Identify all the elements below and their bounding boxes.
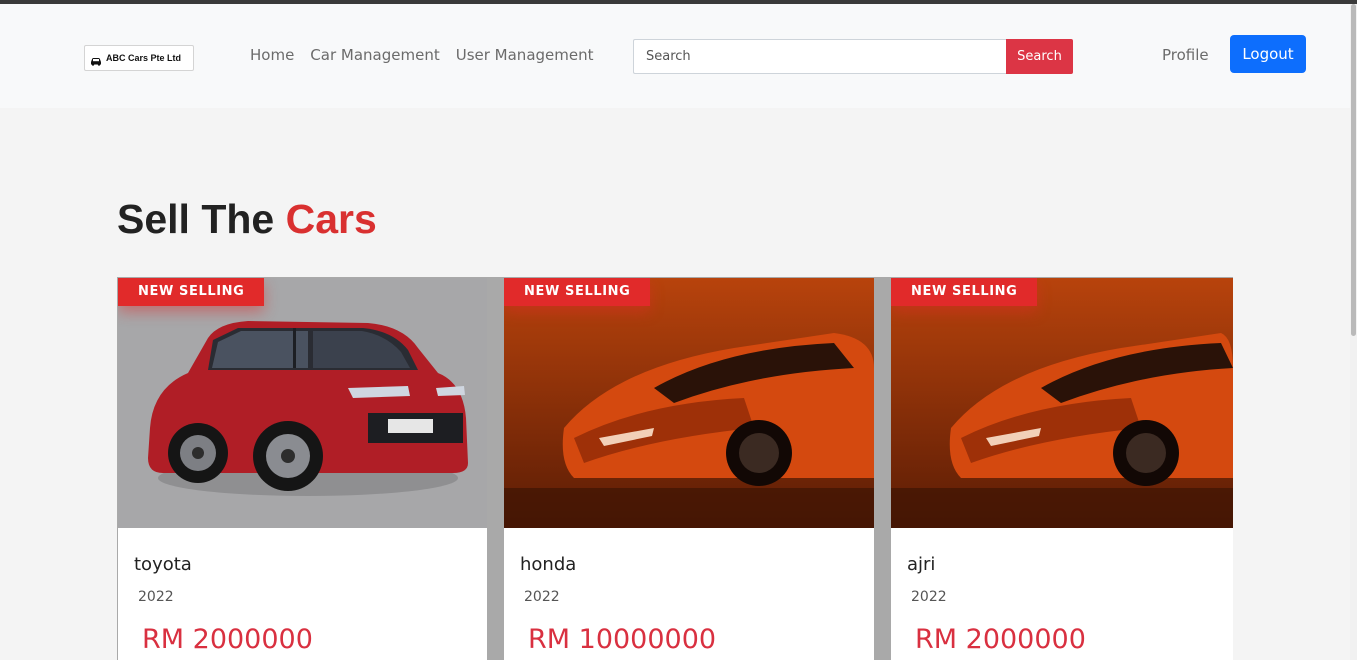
brand-logo[interactable]: ABC Cars Pte Ltd [84,45,194,71]
profile-link[interactable]: Profile [1162,46,1209,64]
search-button[interactable]: Search [1006,39,1073,74]
car-price: RM 2000000 [142,624,313,655]
car-card[interactable]: NEW SELLING honda 2022 RM 10000000 [504,278,874,660]
car-card[interactable]: NEW SELLING toyota 2022 RM 2000000 [118,278,487,660]
scrollbar-thumb[interactable] [1351,4,1356,336]
car-icon [90,52,102,66]
car-price: RM 2000000 [915,624,1086,655]
brand-name: ABC Cars Pte Ltd [106,53,182,63]
title-accent: Cars [285,196,377,242]
car-price: RM 10000000 [528,624,717,655]
page-title: Sell The Cars [117,196,377,243]
car-card[interactable]: NEW SELLING ajri 2022 RM 2000000 [891,278,1233,660]
nav-home[interactable]: Home [250,46,294,64]
car-image[interactable] [504,278,874,528]
logout-button[interactable]: Logout [1230,35,1306,73]
search-input[interactable] [633,39,1006,74]
navbar: ABC Cars Pte Ltd Home Car Management Use… [0,4,1350,108]
nav-car-management[interactable]: Car Management [310,46,439,64]
car-name: ajri [907,554,936,575]
car-name: toyota [134,554,192,575]
car-name: honda [520,554,577,575]
car-year: 2022 [524,589,560,605]
title-main: Sell The [117,196,275,242]
nav-user-management[interactable]: User Management [456,46,594,64]
car-year: 2022 [138,589,174,605]
car-year: 2022 [911,589,947,605]
car-image[interactable] [891,278,1233,528]
new-selling-badge: NEW SELLING [118,278,265,306]
new-selling-badge: NEW SELLING [504,278,651,306]
main-nav: Home Car Management User Management [250,46,594,64]
page-scrollbar[interactable] [1350,4,1357,660]
search-form: Search [633,39,1073,74]
car-image[interactable] [118,278,487,528]
new-selling-badge: NEW SELLING [891,278,1038,306]
